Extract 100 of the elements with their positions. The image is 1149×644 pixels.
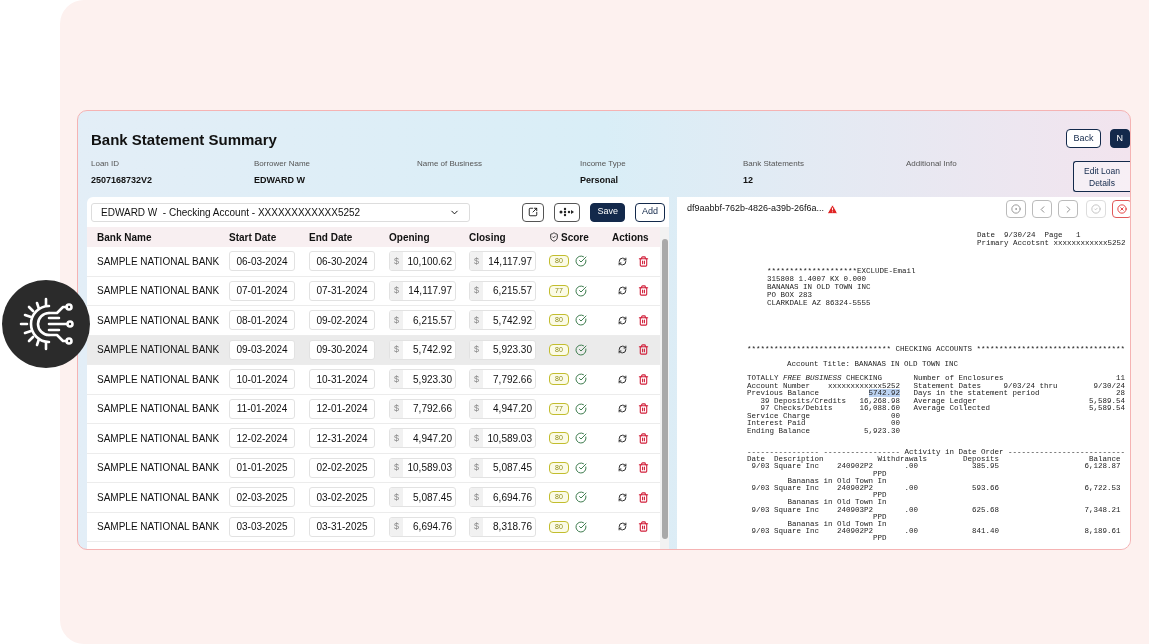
- amount-field[interactable]: $ 5,742.92: [389, 339, 456, 360]
- bank-name: SAMPLE NATIONAL BANK: [96, 402, 221, 417]
- date-field[interactable]: 11-01-2024: [229, 398, 295, 419]
- account-select[interactable]: EDWARD W - Checking Account - XXXXXXXXXXXX5252: [91, 202, 470, 222]
- check-icon: [575, 491, 587, 504]
- trash-icon[interactable]: [638, 491, 649, 503]
- amount-field[interactable]: $ 14,117.97: [389, 280, 456, 301]
- refresh-icon[interactable]: [618, 374, 627, 384]
- amount-field[interactable]: $ 10,589.03: [389, 457, 456, 478]
- date-field[interactable]: 08-01-2024: [229, 310, 295, 331]
- column-header: End Date: [309, 230, 354, 245]
- amount-field[interactable]: $ 5,742.92: [469, 310, 536, 331]
- refresh-icon[interactable]: [618, 463, 627, 473]
- trash-icon[interactable]: [638, 285, 649, 297]
- refresh-icon[interactable]: [618, 433, 627, 443]
- date-field[interactable]: 07-31-2024: [309, 280, 375, 301]
- trash-icon[interactable]: [638, 373, 649, 385]
- date-field[interactable]: 12-31-2024: [309, 428, 375, 449]
- trash-icon[interactable]: [638, 432, 649, 444]
- page-title: Bank Statement Summary: [91, 130, 278, 150]
- date-field[interactable]: 03-02-2025: [309, 487, 375, 508]
- open-external-button[interactable]: [522, 202, 545, 222]
- date-field[interactable]: 02-03-2025: [229, 487, 295, 508]
- date-field[interactable]: 01-01-2025: [229, 457, 295, 478]
- amount-value: 7,792.66: [412, 402, 453, 417]
- amount-field[interactable]: $ 5,087.45: [389, 487, 456, 508]
- flow-button[interactable]: [554, 202, 581, 222]
- check-icon: [1091, 204, 1101, 214]
- trash-icon[interactable]: [638, 403, 649, 415]
- date-field[interactable]: 07-01-2024: [229, 280, 295, 301]
- edit-loan-button[interactable]: Edit Loan Details: [1073, 161, 1130, 192]
- amount-field[interactable]: $ 14,117.97: [469, 251, 536, 272]
- refresh-icon[interactable]: [618, 404, 627, 414]
- scrollbar[interactable]: [660, 227, 669, 549]
- close-button[interactable]: [1112, 200, 1130, 218]
- refresh-icon[interactable]: [618, 522, 627, 532]
- date-field[interactable]: 09-02-2024: [309, 310, 375, 331]
- currency-sign: $: [470, 340, 483, 359]
- check-icon: [575, 520, 587, 533]
- date-field[interactable]: 09-03-2024: [229, 339, 295, 360]
- amount-field[interactable]: $ 7,792.66: [389, 398, 456, 419]
- currency-sign: $: [390, 252, 403, 271]
- refresh-icon[interactable]: [618, 492, 627, 502]
- amount-field[interactable]: $ 6,215.57: [389, 310, 456, 331]
- check-icon: [575, 314, 587, 327]
- date-field[interactable]: 12-01-2024: [309, 398, 375, 419]
- column-header: Score: [561, 230, 589, 245]
- trash-icon[interactable]: [638, 462, 649, 474]
- date-field[interactable]: 06-30-2024: [309, 251, 375, 272]
- date-field[interactable]: 10-01-2024: [229, 369, 295, 390]
- date-field[interactable]: 09-30-2024: [309, 339, 375, 360]
- next-button[interactable]: N: [1109, 129, 1130, 148]
- amount-field[interactable]: $ 10,589.03: [469, 428, 536, 449]
- currency-sign: $: [470, 488, 483, 507]
- date-field[interactable]: 02-02-2025: [309, 457, 375, 478]
- trash-icon[interactable]: [638, 521, 649, 533]
- trash-icon[interactable]: [638, 255, 649, 267]
- check-icon: [575, 432, 587, 445]
- currency-sign: $: [470, 252, 483, 271]
- amount-value: 4,947.20: [492, 402, 533, 417]
- amount-field[interactable]: $ 6,694.76: [469, 487, 536, 508]
- trash-icon[interactable]: [638, 314, 649, 326]
- amount-field[interactable]: $ 5,923.30: [469, 339, 536, 360]
- add-button[interactable]: Add: [635, 202, 665, 222]
- date-field[interactable]: 03-31-2025: [309, 516, 375, 537]
- amount-value: 4,947.20: [412, 431, 453, 446]
- amount-field[interactable]: $ 6,694.76: [389, 516, 456, 537]
- amount-field[interactable]: $ 10,100.62: [389, 251, 456, 272]
- field-value: EDWARD W: [254, 173, 306, 187]
- amount-field[interactable]: $ 4,947.20: [469, 398, 536, 419]
- save-button[interactable]: Save: [590, 202, 625, 222]
- amount-field[interactable]: $ 5,087.45: [469, 457, 536, 478]
- refresh-icon[interactable]: [618, 256, 627, 266]
- currency-sign: $: [470, 429, 483, 448]
- amount-value: 5,087.45: [412, 490, 453, 505]
- currency-sign: $: [470, 281, 483, 300]
- amount-field[interactable]: $ 7,792.66: [469, 369, 536, 390]
- back-button[interactable]: Back: [1066, 129, 1101, 148]
- trash-icon[interactable]: [638, 344, 649, 356]
- file-name: df9aabbf-762b-4826-a39b-26f6a...: [687, 202, 825, 216]
- amount-field[interactable]: $ 4,947.20: [389, 428, 456, 449]
- date-field[interactable]: 12-02-2024: [229, 428, 295, 449]
- refresh-icon[interactable]: [618, 315, 627, 325]
- amount-field[interactable]: $ 8,318.76: [469, 516, 536, 537]
- refresh-icon[interactable]: [618, 345, 627, 355]
- amount-field[interactable]: $ 5,923.30: [389, 369, 456, 390]
- date-field[interactable]: 06-03-2024: [229, 251, 295, 272]
- date-field[interactable]: 10-31-2024: [309, 369, 375, 390]
- check-icon: [575, 343, 587, 356]
- refresh-icon[interactable]: [618, 286, 627, 296]
- amount-field[interactable]: $ 6,215.57: [469, 280, 536, 301]
- amount-value: 6,215.57: [412, 313, 453, 328]
- field-label: Borrower Name: [254, 157, 311, 170]
- currency-sign: $: [390, 458, 403, 477]
- bank-name: SAMPLE NATIONAL BANK: [96, 284, 221, 299]
- date-field[interactable]: 03-03-2025: [229, 516, 295, 537]
- currency-sign: $: [390, 399, 403, 418]
- currency-sign: $: [470, 517, 483, 536]
- amount-value: 7,792.66: [492, 372, 533, 387]
- bank-name: SAMPLE NATIONAL BANK: [96, 461, 221, 476]
